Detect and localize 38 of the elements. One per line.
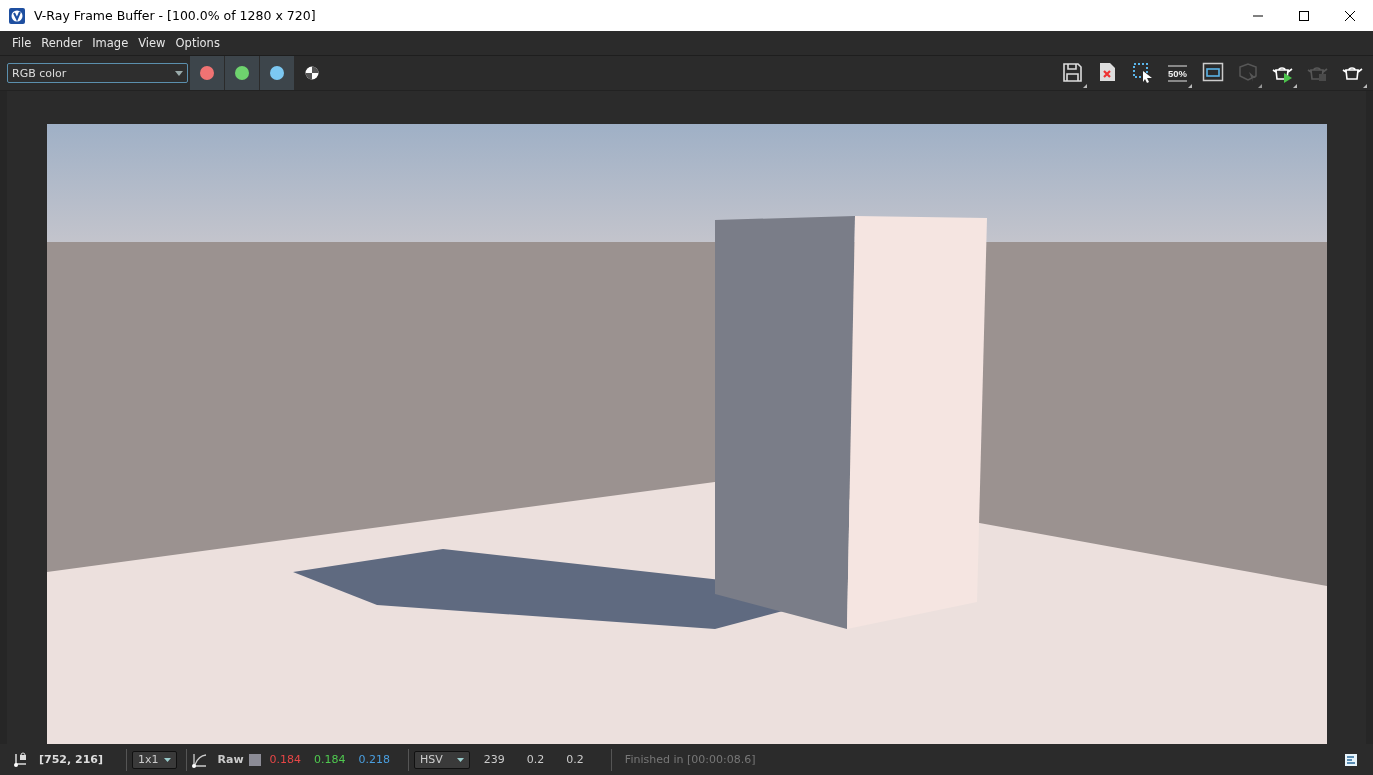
close-icon xyxy=(1344,9,1356,22)
color-space-value: 0.2 xyxy=(526,753,545,766)
menu-item[interactable]: Render xyxy=(36,36,88,50)
pixel-value: 0.218 xyxy=(358,753,391,766)
corner-arrow-icon xyxy=(1293,83,1297,88)
list-icon xyxy=(1345,753,1357,766)
corner-arrow-icon xyxy=(1083,83,1087,88)
framed-rectangle-icon xyxy=(1201,62,1224,84)
caret-icon xyxy=(456,757,464,762)
window-title: V-Ray Frame Buffer - [100.0% of 1280 x 720] xyxy=(34,8,316,23)
render-status-message: Finished in [00:00:08.6] xyxy=(624,753,756,766)
corner-arrow-icon xyxy=(1188,83,1192,88)
caret-icon xyxy=(175,70,183,76)
menu-item[interactable]: Image xyxy=(87,36,134,50)
cube-cursor-icon xyxy=(1236,62,1259,84)
color-mode-label: Raw xyxy=(217,753,244,766)
corner-arrow-icon xyxy=(1258,83,1262,88)
channel-dropdown[interactable]: RGB color xyxy=(7,63,188,83)
corner-arrow-icon xyxy=(1363,83,1367,88)
app-logo-icon xyxy=(9,7,25,24)
color-swatch xyxy=(248,753,261,766)
curve-icon xyxy=(191,751,208,768)
sample-size-dropdown[interactable]: 1x1 xyxy=(132,750,177,769)
dashed-region-cursor-icon xyxy=(1131,62,1154,84)
pixel-coordinates: [752, 216] xyxy=(39,753,103,766)
pixel-value: 0.184 xyxy=(269,753,302,766)
menu-item[interactable]: View xyxy=(133,36,171,50)
caret-icon xyxy=(163,757,171,762)
zoom-tool-button[interactable]: 50% xyxy=(1163,58,1192,88)
log-button[interactable] xyxy=(1343,751,1359,768)
pixel-value: 0.184 xyxy=(314,753,346,766)
pixel-lock-icon xyxy=(14,751,28,768)
color-space-value: 239 xyxy=(483,753,505,766)
color-space-dropdown[interactable]: HSV xyxy=(414,750,470,769)
menu-item[interactable]: File xyxy=(7,36,37,50)
menu-item[interactable]: Options xyxy=(170,36,225,50)
maximize-icon xyxy=(1298,9,1310,22)
color-space-value: 0.2 xyxy=(566,753,584,766)
